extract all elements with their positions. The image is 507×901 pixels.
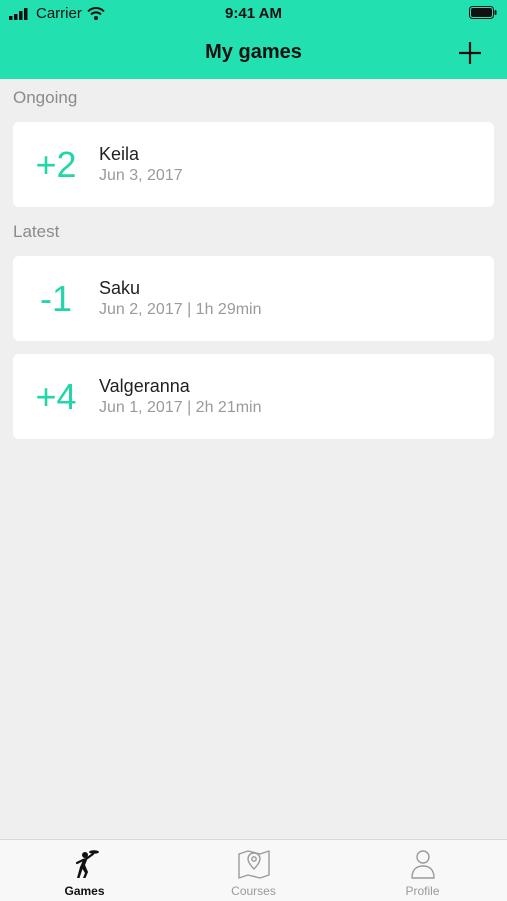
game-meta: Jun 2, 2017 | 1h 29min bbox=[99, 301, 262, 318]
game-score: +4 bbox=[35, 376, 77, 417]
tab-label: Courses bbox=[231, 884, 276, 898]
game-card[interactable]: -1 Saku Jun 2, 2017 | 1h 29min bbox=[13, 256, 494, 341]
game-score: -1 bbox=[39, 278, 72, 319]
add-game-button[interactable] bbox=[457, 40, 483, 66]
section-label-latest: Latest bbox=[13, 222, 60, 241]
tab-profile[interactable]: Profile bbox=[338, 840, 507, 901]
status-right bbox=[469, 6, 497, 23]
map-pin-icon bbox=[237, 850, 270, 879]
tab-label: Profile bbox=[405, 884, 440, 898]
game-score: +2 bbox=[35, 144, 77, 185]
course-name: Valgeranna bbox=[99, 376, 190, 396]
user-icon bbox=[410, 850, 435, 879]
header-bar: Carrier 9:41 AM My games bbox=[0, 0, 507, 79]
page-title: My games bbox=[205, 41, 302, 63]
course-name: Keila bbox=[99, 144, 140, 164]
game-card[interactable]: +4 Valgeranna Jun 1, 2017 | 2h 21min bbox=[13, 354, 494, 439]
tab-bar: Games Courses Profile bbox=[0, 839, 507, 901]
course-name: Saku bbox=[99, 278, 141, 298]
frisbee-player-icon bbox=[75, 850, 99, 878]
status-bar: Carrier 9:41 AM bbox=[0, 0, 507, 28]
game-card[interactable]: +2 Keila Jun 3, 2017 bbox=[13, 122, 494, 207]
tab-courses[interactable]: Courses bbox=[169, 840, 338, 901]
tab-games[interactable]: Games bbox=[0, 840, 169, 901]
battery-icon bbox=[469, 6, 497, 19]
plus-icon bbox=[459, 42, 481, 64]
tab-label: Games bbox=[64, 884, 105, 898]
game-meta: Jun 1, 2017 | 2h 21min bbox=[99, 399, 262, 416]
status-time: 9:41 AM bbox=[225, 5, 282, 22]
section-label-ongoing: Ongoing bbox=[13, 88, 78, 107]
game-meta: Jun 3, 2017 bbox=[99, 167, 183, 184]
